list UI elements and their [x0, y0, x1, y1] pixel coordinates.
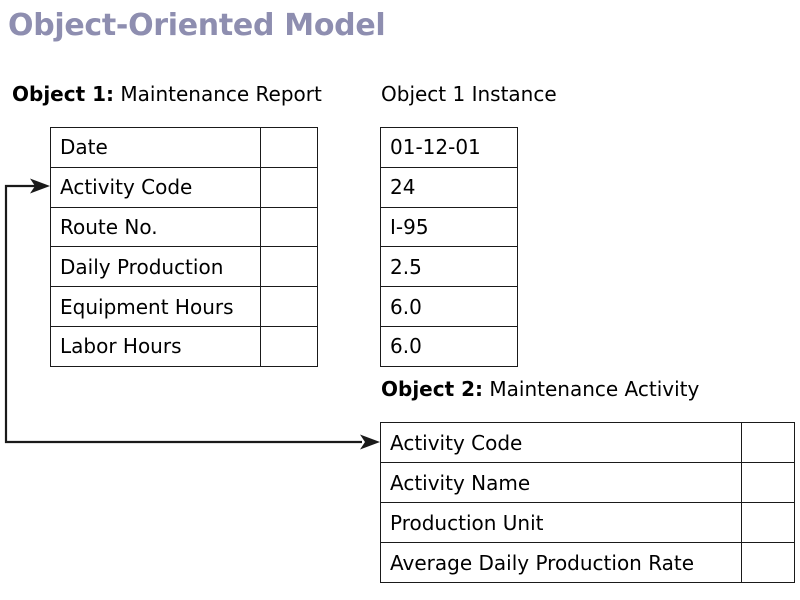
table-row: Labor Hours: [50, 325, 318, 367]
object1-heading: Object 1: Maintenance Report: [12, 84, 322, 104]
table-row: Date: [50, 127, 318, 168]
instance1-heading: Object 1 Instance: [381, 84, 557, 104]
instance1-heading-label: Object 1 Instance: [381, 82, 557, 106]
table-row: Route No.: [50, 206, 318, 248]
table-row: Production Unit: [380, 502, 795, 543]
attribute-value-cell: [260, 166, 318, 208]
table-row: 01-12-01: [380, 127, 518, 168]
attribute-name-cell: Date: [50, 127, 261, 168]
attribute-name-cell: Equipment Hours: [50, 286, 261, 327]
object2-attribute-table: Activity Code Activity Name Production U…: [380, 422, 795, 583]
object2-heading: Object 2: Maintenance Activity: [381, 379, 699, 399]
instance-value-cell: I-95: [380, 206, 518, 248]
arrowhead-icon: [30, 178, 50, 194]
attribute-value-cell: [260, 286, 318, 327]
attribute-value-cell: [260, 246, 318, 288]
instance1-value-table: 01-12-01 24 I-95 2.5 6.0 6.0: [380, 127, 518, 367]
object1-attribute-table: Date Activity Code Route No. Daily Produ…: [50, 127, 318, 367]
attribute-value-cell: [741, 542, 795, 583]
attribute-value-cell: [741, 462, 795, 503]
instance-value-cell: 6.0: [380, 325, 518, 367]
table-row: Activity Code: [50, 166, 318, 208]
table-row: 6.0: [380, 286, 518, 327]
table-row: Equipment Hours: [50, 286, 318, 327]
table-row: 24: [380, 166, 518, 208]
attribute-name-cell: Labor Hours: [50, 325, 261, 367]
instance-value-cell: 24: [380, 166, 518, 208]
attribute-value-cell: [741, 422, 795, 463]
attribute-value-cell: [260, 127, 318, 168]
instance-value-cell: 6.0: [380, 286, 518, 327]
instance-value-cell: 01-12-01: [380, 127, 518, 168]
table-row: I-95: [380, 206, 518, 248]
attribute-name-cell: Production Unit: [380, 502, 742, 543]
attribute-value-cell: [260, 206, 318, 248]
attribute-name-cell: Average Daily Production Rate: [380, 542, 742, 583]
table-row: Daily Production: [50, 246, 318, 288]
table-row: Activity Name: [380, 462, 795, 503]
table-row: 6.0: [380, 325, 518, 367]
attribute-name-cell: Activity Code: [50, 166, 261, 208]
object2-heading-label: Object 2:: [381, 377, 484, 401]
attribute-name-cell: Route No.: [50, 206, 261, 248]
instance-value-cell: 2.5: [380, 246, 518, 288]
attribute-name-cell: Daily Production: [50, 246, 261, 288]
attribute-name-cell: Activity Name: [380, 462, 742, 503]
attribute-name-cell: Activity Code: [380, 422, 742, 463]
table-row: Activity Code: [380, 422, 795, 463]
object1-heading-name: Maintenance Report: [120, 82, 322, 106]
attribute-value-cell: [260, 325, 318, 367]
arrowhead-icon: [360, 434, 380, 450]
table-row: Average Daily Production Rate: [380, 542, 795, 583]
page-title: Object-Oriented Model: [8, 8, 386, 43]
table-row: 2.5: [380, 246, 518, 288]
attribute-value-cell: [741, 502, 795, 543]
object2-heading-name: Maintenance Activity: [489, 377, 700, 401]
object1-heading-label: Object 1:: [12, 82, 115, 106]
